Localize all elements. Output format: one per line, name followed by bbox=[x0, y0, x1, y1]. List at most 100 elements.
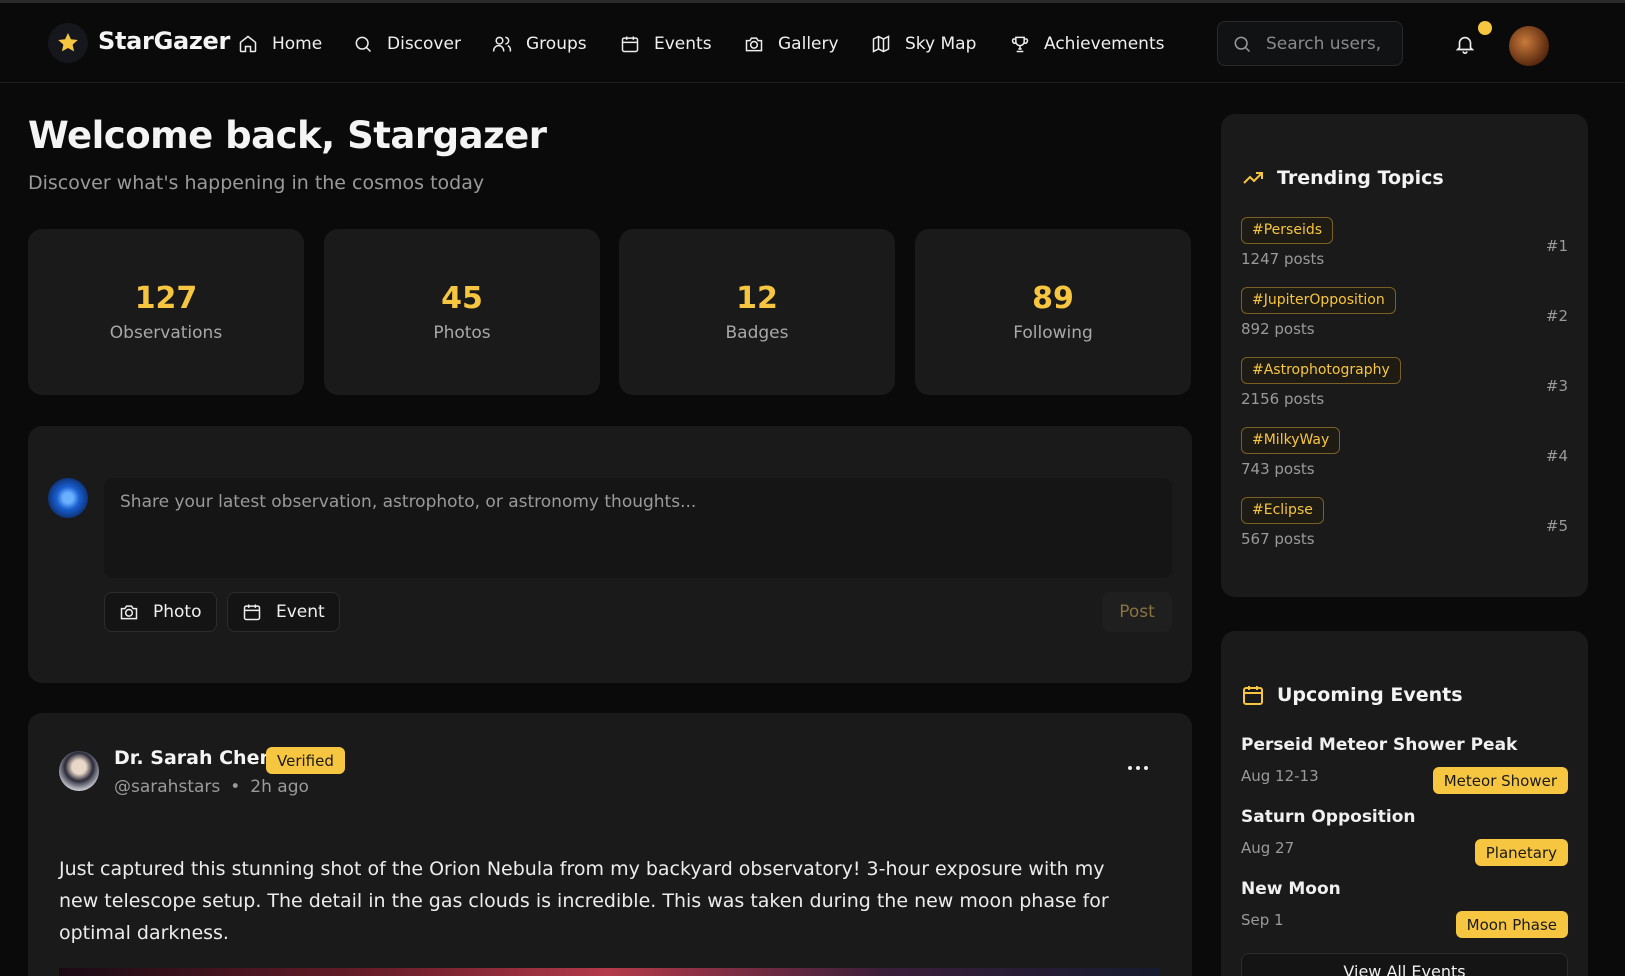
nav-item-discover[interactable]: Discover bbox=[353, 29, 461, 59]
post-input[interactable] bbox=[104, 478, 1172, 578]
nav-label: Discover bbox=[387, 34, 461, 54]
trending-title: Trending Topics bbox=[1241, 166, 1444, 190]
trending-topics-card: Trending Topics #Perseids 1247 posts #1 … bbox=[1221, 114, 1588, 597]
topic-tag[interactable]: #Perseids bbox=[1241, 217, 1334, 244]
nav-label: Achievements bbox=[1044, 34, 1165, 54]
view-all-events-button[interactable]: View All Events bbox=[1241, 953, 1568, 976]
nav-label: Gallery bbox=[778, 34, 839, 54]
post-composer: Photo Event Post bbox=[28, 426, 1192, 683]
post-button[interactable]: Post bbox=[1102, 592, 1172, 632]
trending-topic[interactable]: #Perseids 1247 posts #1 bbox=[1241, 217, 1568, 268]
more-options-icon[interactable] bbox=[1126, 761, 1150, 775]
verified-badge: Verified bbox=[266, 747, 345, 774]
event-type-badge: Moon Phase bbox=[1455, 911, 1568, 938]
topic-rank: #4 bbox=[1545, 447, 1568, 465]
trophy-icon bbox=[1011, 36, 1029, 53]
event-type-badge: Planetary bbox=[1474, 839, 1568, 866]
topic-post-count: 892 posts bbox=[1241, 320, 1315, 338]
topic-post-count: 743 posts bbox=[1241, 460, 1315, 478]
users-icon bbox=[492, 36, 512, 52]
stat-value: 12 bbox=[736, 281, 778, 316]
stat-label: Badges bbox=[725, 323, 789, 343]
upcoming-events-card: Upcoming Events Perseid Meteor Shower Pe… bbox=[1221, 631, 1588, 976]
search-icon bbox=[1234, 36, 1251, 52]
stat-card-photos[interactable]: 45 Photos bbox=[324, 229, 600, 395]
nav-item-achievements[interactable]: Achievements bbox=[1010, 29, 1164, 59]
stat-value: 89 bbox=[1032, 281, 1074, 316]
topic-tag[interactable]: #Eclipse bbox=[1241, 497, 1324, 524]
search-icon bbox=[355, 36, 372, 53]
star-logo-icon[interactable] bbox=[48, 23, 88, 63]
author-handle[interactable]: @sarahstars bbox=[114, 777, 220, 797]
top-navbar: StarGazer Home Discover Groups Events Ga… bbox=[0, 3, 1625, 83]
calendar-icon bbox=[243, 604, 261, 621]
topic-post-count: 1247 posts bbox=[1241, 250, 1325, 268]
home-icon bbox=[239, 35, 257, 53]
topic-post-count: 2156 posts bbox=[1241, 390, 1325, 408]
event-item[interactable]: New Moon Sep 1 Moon Phase bbox=[1241, 879, 1568, 938]
meta-separator: • bbox=[230, 777, 241, 797]
topic-rank: #2 bbox=[1545, 307, 1568, 325]
topic-rank: #1 bbox=[1545, 237, 1568, 255]
nav-label: Groups bbox=[526, 34, 587, 54]
nav-item-home[interactable]: Home bbox=[238, 29, 322, 59]
author-avatar[interactable] bbox=[59, 751, 99, 791]
post-image[interactable] bbox=[59, 968, 1159, 976]
stat-label: Observations bbox=[109, 323, 223, 343]
stat-card-observations[interactable]: 127 Observations bbox=[28, 229, 304, 395]
card-title-text: Upcoming Events bbox=[1277, 684, 1463, 706]
page-subtitle: Discover what's happening in the cosmos … bbox=[28, 172, 485, 194]
card-title-text: Trending Topics bbox=[1277, 167, 1444, 189]
page-title: Welcome back, Stargazer bbox=[28, 114, 547, 157]
author-name[interactable]: Dr. Sarah Chen bbox=[114, 747, 273, 769]
feed-post: Dr. Sarah Chen Verified @sarahstars • 2h… bbox=[28, 713, 1192, 976]
topic-tag[interactable]: #MilkyWay bbox=[1241, 427, 1341, 454]
trending-up-icon bbox=[1243, 172, 1263, 184]
nav-item-gallery[interactable]: Gallery bbox=[744, 29, 839, 59]
notification-dot bbox=[1478, 21, 1492, 35]
stat-value: 45 bbox=[441, 281, 483, 316]
button-label: Photo bbox=[153, 602, 202, 622]
trending-topic[interactable]: #JupiterOpposition 892 posts #2 bbox=[1241, 287, 1568, 338]
event-item[interactable]: Saturn Opposition Aug 27 Planetary bbox=[1241, 807, 1568, 866]
trending-topic[interactable]: #Eclipse 567 posts #5 bbox=[1241, 497, 1568, 548]
camera-icon bbox=[745, 37, 763, 52]
post-text: Just captured this stunning shot of the … bbox=[59, 858, 1109, 944]
add-photo-button[interactable]: Photo bbox=[104, 592, 217, 632]
stat-value: 127 bbox=[134, 281, 198, 316]
event-name: Saturn Opposition bbox=[1241, 807, 1416, 827]
event-name: New Moon bbox=[1241, 879, 1341, 899]
post-meta: @sarahstars • 2h ago bbox=[114, 777, 309, 797]
stat-label: Following bbox=[1013, 323, 1093, 343]
topic-tag[interactable]: #Astrophotography bbox=[1241, 357, 1401, 384]
events-title: Upcoming Events bbox=[1241, 683, 1463, 707]
nav-label: Events bbox=[654, 34, 712, 54]
event-item[interactable]: Perseid Meteor Shower Peak Aug 12-13 Met… bbox=[1241, 735, 1568, 794]
topic-rank: #5 bbox=[1545, 517, 1568, 535]
stat-label: Photos bbox=[433, 323, 491, 343]
topic-tag[interactable]: #JupiterOpposition bbox=[1241, 287, 1396, 314]
stat-card-badges[interactable]: 12 Badges bbox=[619, 229, 895, 395]
calendar-icon bbox=[621, 36, 639, 53]
composer-avatar bbox=[48, 478, 88, 518]
nav-item-groups[interactable]: Groups bbox=[492, 29, 587, 59]
nav-item-events[interactable]: Events bbox=[620, 29, 712, 59]
search-box[interactable] bbox=[1217, 21, 1403, 66]
topic-rank: #3 bbox=[1545, 377, 1568, 395]
camera-icon bbox=[120, 605, 138, 620]
user-avatar[interactable] bbox=[1509, 26, 1549, 66]
nav-item-sky-map[interactable]: Sky Map bbox=[871, 29, 976, 59]
bell-icon[interactable] bbox=[1454, 33, 1476, 55]
post-time: 2h ago bbox=[250, 777, 309, 797]
trending-topic[interactable]: #Astrophotography 2156 posts #3 bbox=[1241, 357, 1568, 408]
nav-label: Sky Map bbox=[905, 34, 977, 54]
event-type-badge: Meteor Shower bbox=[1432, 767, 1568, 794]
button-label: Event bbox=[276, 602, 325, 622]
add-event-button[interactable]: Event bbox=[227, 592, 340, 632]
brand-name[interactable]: StarGazer bbox=[98, 27, 230, 55]
trending-topic[interactable]: #MilkyWay 743 posts #4 bbox=[1241, 427, 1568, 478]
stat-card-following[interactable]: 89 Following bbox=[915, 229, 1191, 395]
topic-post-count: 567 posts bbox=[1241, 530, 1315, 548]
search-input[interactable] bbox=[1266, 33, 1386, 54]
calendar-icon bbox=[1243, 686, 1263, 705]
